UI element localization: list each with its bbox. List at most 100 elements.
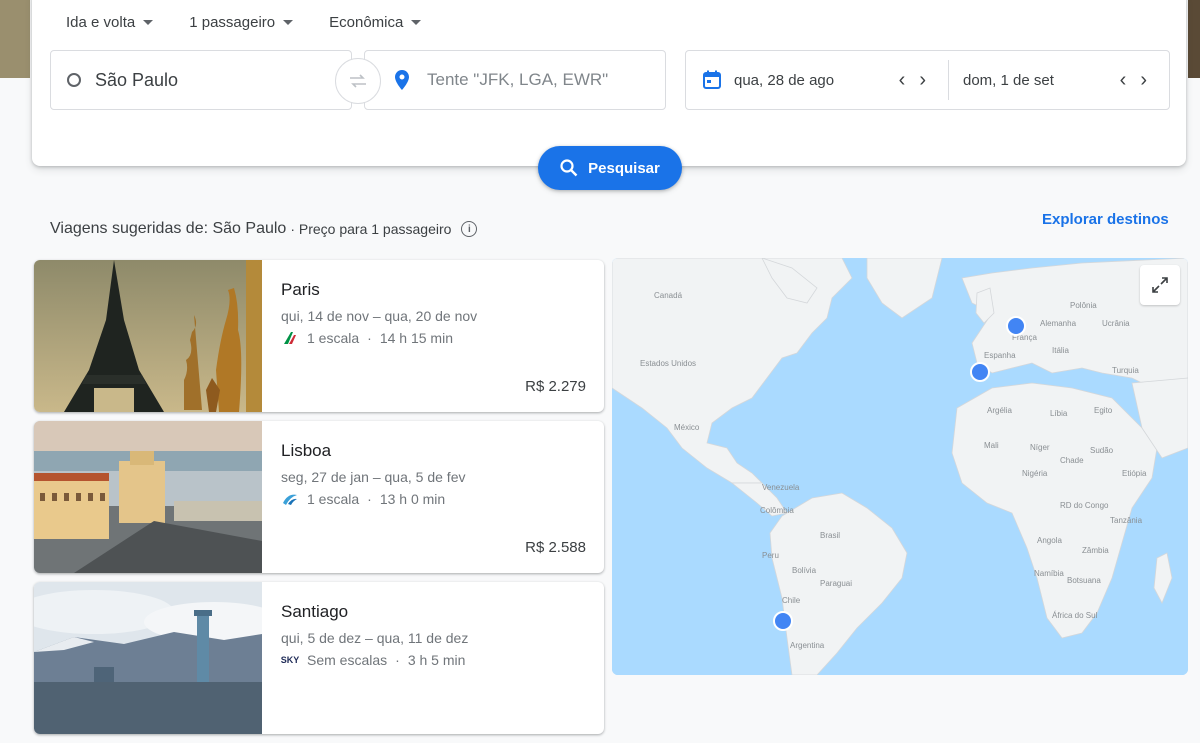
trip-stops-row: SKY Sem escalas · 3 h 5 min [280, 652, 466, 668]
map-label-turkey: Turquia [1112, 366, 1139, 375]
expand-map-button[interactable] [1140, 265, 1180, 305]
trip-price: R$ 2.279 [525, 378, 586, 395]
depart-date-field[interactable]: qua, 28 de ago ‹ › [686, 70, 948, 90]
info-icon[interactable]: i [461, 221, 478, 237]
trip-duration: 13 h 0 min [379, 491, 446, 507]
passengers-dropdown[interactable]: 1 passageiro [189, 14, 294, 31]
map-label-south-africa: África do Sul [1052, 611, 1098, 620]
dot-separator: · [367, 330, 372, 346]
passengers-label: 1 passageiro [189, 14, 276, 31]
caret-down-icon [283, 20, 294, 25]
trip-city: Paris [281, 280, 320, 299]
depart-prev-date-button[interactable]: ‹ [899, 70, 906, 90]
trip-type-label: Ida e volta [66, 14, 136, 31]
map-label-brazil: Brasil [820, 531, 840, 540]
sky-airline-logo-icon: SKY [280, 655, 300, 665]
map-label-botswana: Botsuana [1067, 576, 1101, 585]
trip-card-santiago[interactable]: Santiago qui, 5 de dez – qua, 11 de dez … [34, 582, 604, 734]
caret-down-icon [411, 20, 422, 25]
background-photo-right [1188, 0, 1200, 78]
trip-card-paris[interactable]: Paris qui, 14 de nov – qua, 20 de nov 1 … [34, 260, 604, 412]
map-label-drc: RD do Congo [1060, 501, 1109, 510]
destinations-map[interactable]: Canadá Estados Unidos México Venezuela C… [612, 258, 1188, 675]
map-label-argentina: Argentina [790, 641, 825, 650]
map-pin-paris[interactable] [1006, 316, 1026, 336]
destination-placeholder: Tente "JFK, LGA, EWR" [427, 70, 609, 89]
dot-separator: · [367, 491, 372, 507]
suggested-trips-subtitle: · Preço para 1 passageiro [290, 221, 452, 237]
return-next-date-button[interactable]: › [1140, 70, 1147, 90]
depart-next-date-button[interactable]: › [919, 70, 926, 90]
airline-logo-icon [281, 492, 299, 506]
map-label-angola: Angola [1037, 536, 1062, 545]
trip-stops: 1 escala [307, 491, 360, 507]
paris-photo [34, 260, 262, 412]
explore-destinations-link[interactable]: Explorar destinos [1042, 211, 1169, 228]
dates-field: qua, 28 de ago ‹ › dom, 1 de set ‹ › [685, 50, 1170, 110]
map-pin-santiago[interactable] [773, 611, 793, 631]
return-date-value: dom, 1 de set [963, 71, 1054, 89]
background-photo-left [0, 0, 30, 78]
map-label-libya: Líbia [1050, 409, 1068, 418]
map-label-mali: Mali [984, 441, 999, 450]
calendar-icon [702, 70, 722, 90]
map-label-canada: Canadá [654, 291, 683, 300]
return-prev-date-button[interactable]: ‹ [1120, 70, 1127, 90]
santiago-photo [34, 582, 262, 734]
trip-stops-row: 1 escala · 13 h 0 min [281, 491, 445, 507]
map-label-niger: Níger [1030, 443, 1050, 452]
swap-arrows-icon [350, 74, 366, 88]
cabin-class-label: Econômica [329, 14, 404, 31]
map-label-usa: Estados Unidos [640, 359, 696, 368]
search-button-label: Pesquisar [588, 159, 660, 177]
trip-stops: 1 escala [307, 330, 360, 346]
map-label-tanzania: Tanzânia [1110, 516, 1143, 525]
map-label-nigeria: Nigéria [1022, 469, 1048, 478]
dot-separator: · [395, 652, 400, 668]
trip-city: Lisboa [281, 441, 332, 460]
origin-value: São Paulo [95, 69, 179, 90]
map-label-ukraine: Ucrânia [1102, 319, 1130, 328]
trip-card-lisboa[interactable]: Lisboa seg, 27 de jan – qua, 5 de fev 1 … [34, 421, 604, 573]
return-date-field[interactable]: dom, 1 de set ‹ › [949, 70, 1169, 90]
map-label-algeria: Argélia [987, 406, 1012, 415]
map-label-germany: Alemanha [1040, 319, 1077, 328]
trip-city: Santiago [281, 602, 349, 621]
map-pin-lisboa[interactable] [970, 362, 990, 382]
trip-stops: Sem escalas [307, 652, 388, 668]
map-label-egypt: Egito [1094, 406, 1113, 415]
suggested-trips-list: Paris qui, 14 de nov – qua, 20 de nov 1 … [34, 260, 604, 743]
cabin-class-dropdown[interactable]: Econômica [329, 14, 422, 31]
map-label-zambia: Zâmbia [1082, 546, 1109, 555]
suggested-trips-title: Viagens sugeridas de: São Paulo [50, 220, 287, 237]
map-label-namibia: Namíbia [1034, 569, 1064, 578]
map-label-chad: Chade [1060, 456, 1084, 465]
search-button[interactable]: Pesquisar [538, 146, 682, 190]
flight-search-panel: Ida e volta 1 passageiro Econômica São P… [32, 0, 1186, 166]
origin-circle-icon [67, 73, 81, 87]
origin-field[interactable]: São Paulo [50, 50, 352, 110]
trip-duration: 14 h 15 min [379, 330, 453, 346]
trip-dates: seg, 27 de jan – qua, 5 de fev [281, 469, 466, 485]
caret-down-icon [143, 20, 154, 25]
search-icon [560, 159, 578, 177]
location-pin-icon [395, 70, 409, 90]
map-label-peru: Peru [762, 551, 779, 560]
destination-field[interactable]: Tente "JFK, LGA, EWR" [364, 50, 666, 110]
map-label-spain: Espanha [984, 351, 1016, 360]
trip-duration: 3 h 5 min [407, 652, 466, 668]
alitalia-logo-icon [281, 331, 299, 345]
trip-dates: qui, 5 de dez – qua, 11 de dez [281, 630, 469, 646]
map-label-mexico: México [674, 423, 700, 432]
trip-type-dropdown[interactable]: Ida e volta [66, 14, 154, 31]
map-label-ethiopia: Etiópia [1122, 469, 1147, 478]
map-label-colombia: Colômbia [760, 506, 794, 515]
search-options: Ida e volta 1 passageiro Econômica [66, 14, 457, 31]
map-label-venezuela: Venezuela [762, 483, 800, 492]
lisboa-photo [34, 421, 262, 573]
trip-stops-row: 1 escala · 14 h 15 min [281, 330, 453, 346]
map-label-italy: Itália [1052, 346, 1069, 355]
map-label-poland: Polônia [1070, 301, 1097, 310]
expand-icon [1152, 277, 1168, 293]
swap-button[interactable] [335, 58, 381, 104]
